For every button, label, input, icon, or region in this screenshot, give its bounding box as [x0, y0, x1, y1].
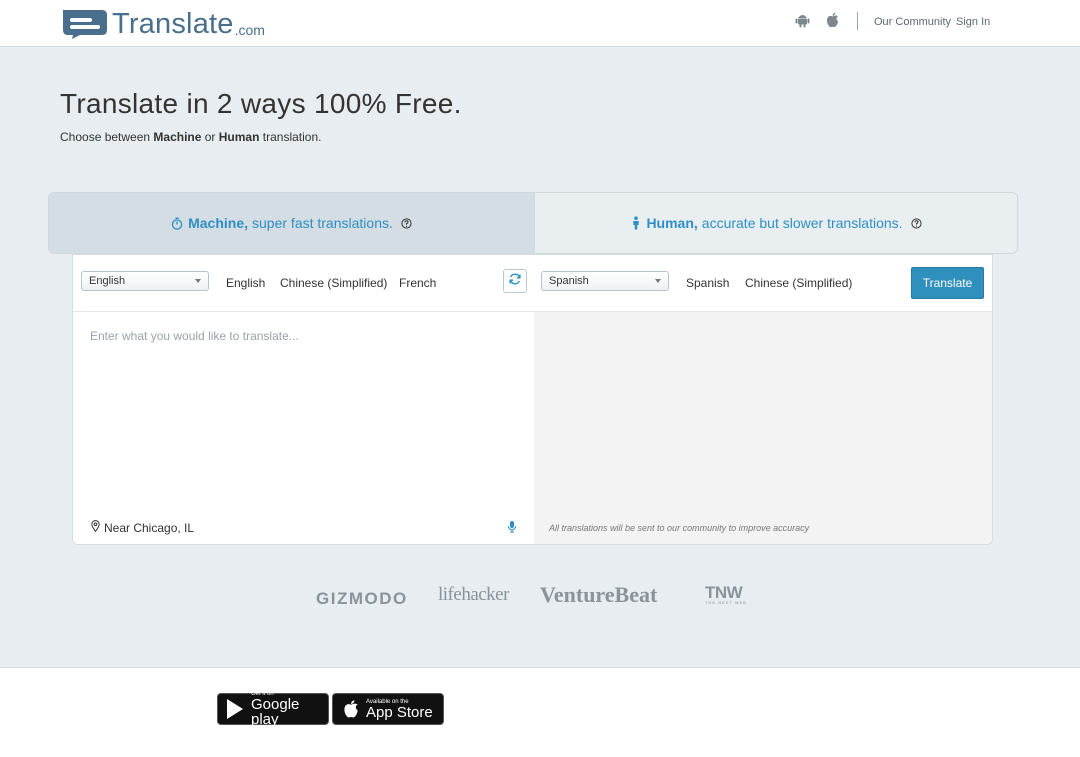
- translator-panel: English English Chinese (Simplified) Fre…: [72, 254, 993, 545]
- tab-machine-title: Machine,: [188, 215, 249, 231]
- logo-speech-bubble-icon: [60, 8, 110, 40]
- location-text: Near Chicago, IL: [104, 520, 195, 535]
- apple-icon: [342, 699, 360, 719]
- page-title-prefix: Translate in 2 ways: [60, 88, 314, 119]
- help-icon[interactable]: [401, 217, 412, 229]
- source-language-select[interactable]: English: [81, 271, 209, 291]
- dropdown-arrow-icon: [655, 279, 661, 283]
- target-language-select[interactable]: Spanish: [541, 271, 669, 291]
- source-language-value: English: [89, 275, 126, 287]
- subtitle-part-2: translation.: [259, 130, 322, 144]
- subtitle-human: Human: [218, 130, 260, 144]
- page-title-emphasis: 100% Free.: [313, 88, 462, 119]
- venturebeat-logo: VentureBeat: [540, 582, 658, 607]
- target-quick-lang[interactable]: Spanish: [686, 276, 729, 290]
- page-subtitle: Choose between Machine or Human translat…: [60, 130, 321, 144]
- app-store-main-text: App Store: [366, 703, 433, 721]
- source-pane: Near Chicago, IL: [73, 312, 534, 544]
- page-title: Translate in 2 ways 100% Free.: [60, 88, 462, 120]
- subtitle-part-1: Choose between: [60, 130, 154, 144]
- lifehacker-logo: lifehacker: [438, 584, 509, 605]
- tab-machine[interactable]: Machine, super fast translations.: [49, 193, 534, 253]
- stopwatch-icon: [171, 217, 183, 230]
- target-pane: All translations will be sent to our com…: [534, 312, 992, 544]
- tab-human-desc: accurate but slower translations.: [701, 215, 903, 231]
- site-header: Translate .com Our Community Sign In: [0, 0, 1080, 47]
- source-quick-lang[interactable]: French: [399, 276, 436, 290]
- google-play-icon: [225, 698, 245, 720]
- source-quick-lang[interactable]: Chinese (Simplified): [280, 276, 387, 290]
- translation-mode-tabs: Machine, super fast translations. Human,…: [48, 192, 1018, 254]
- google-play-badge[interactable]: Get it on Google play: [217, 691, 329, 728]
- gizmodo-logo: GIZMODO: [316, 589, 408, 608]
- tnw-logo-subtext: THE NEXT WEB: [705, 600, 747, 605]
- tab-machine-desc: super fast translations.: [252, 215, 393, 231]
- header-divider: [857, 12, 858, 30]
- subtitle-or: or: [201, 130, 219, 144]
- google-play-main-text: Google play: [251, 696, 300, 728]
- language-toolbar: English English Chinese (Simplified) Fre…: [73, 255, 992, 312]
- tab-human-title: Human,: [646, 215, 698, 231]
- community-note: All translations will be sent to our com…: [549, 523, 810, 533]
- translate-button[interactable]: Translate: [911, 267, 984, 299]
- person-icon: [631, 216, 641, 230]
- tab-human[interactable]: Human, accurate but slower translations.: [534, 193, 1017, 253]
- location-pin-icon: [91, 520, 104, 535]
- app-store-badge[interactable]: Available on the App Store: [332, 693, 444, 725]
- target-language-value: Spanish: [549, 275, 589, 287]
- footer: Get it on Google play Available on the A…: [0, 667, 1080, 757]
- source-quick-lang[interactable]: English: [226, 276, 265, 290]
- help-icon[interactable]: [910, 217, 922, 229]
- dropdown-arrow-icon: [195, 279, 201, 283]
- source-text-input[interactable]: [73, 312, 534, 502]
- logo-text: Translate: [112, 8, 234, 40]
- target-quick-lang[interactable]: Chinese (Simplified): [745, 276, 852, 290]
- logo-suffix: .com: [234, 22, 265, 38]
- sign-in-link[interactable]: Sign In: [956, 16, 990, 28]
- apple-icon[interactable]: [825, 12, 841, 28]
- location: Near Chicago, IL: [91, 520, 194, 535]
- subtitle-machine: Machine: [153, 130, 202, 144]
- android-icon[interactable]: [795, 12, 811, 28]
- logo[interactable]: Translate .com: [60, 4, 265, 40]
- swap-languages-button[interactable]: [503, 269, 527, 293]
- microphone-icon[interactable]: [507, 520, 517, 538]
- tnw-logo: TNW THE NEXT WEB: [705, 584, 747, 605]
- our-community-link[interactable]: Our Community: [874, 16, 951, 28]
- refresh-icon: [508, 272, 522, 291]
